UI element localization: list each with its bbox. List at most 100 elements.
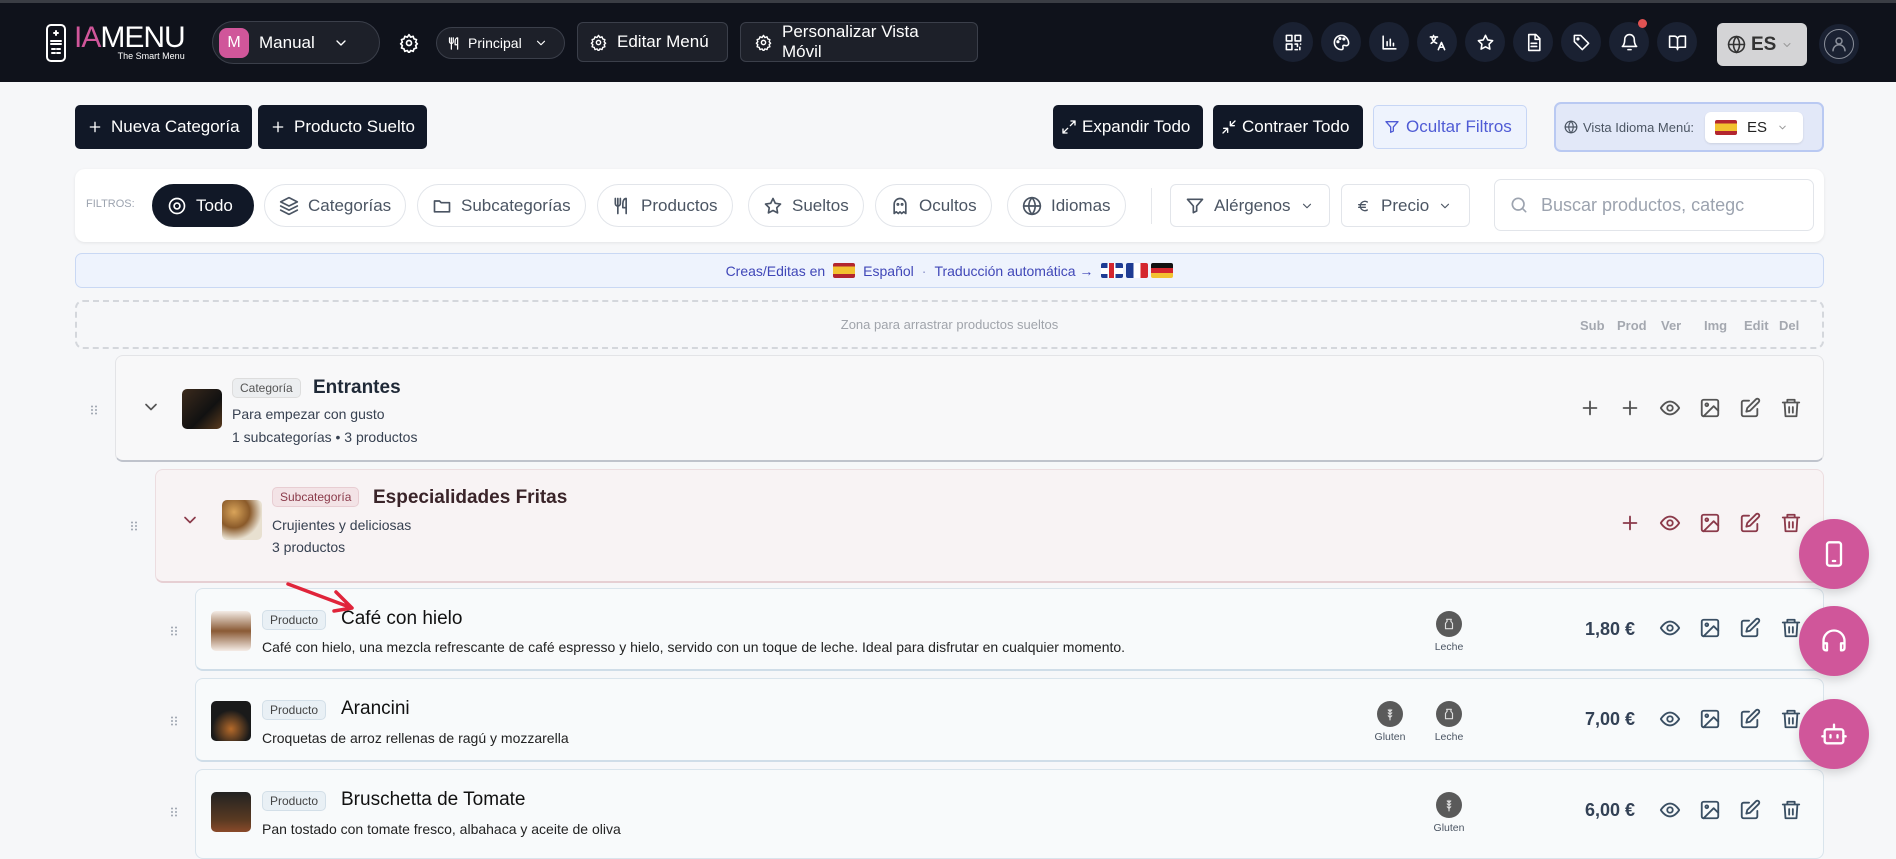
- edit-menu-button[interactable]: Editar Menú: [577, 22, 728, 62]
- expand-all-button[interactable]: Expandir Todo: [1053, 105, 1203, 149]
- subcategory-badge: Subcategoría: [272, 487, 360, 507]
- image-icon[interactable]: [1699, 397, 1721, 419]
- banner-separator: ·: [921, 262, 927, 279]
- customize-mobile-button[interactable]: Personalizar Vista Móvil: [740, 22, 978, 62]
- ghost-icon: [890, 196, 910, 216]
- filter-chip-productos[interactable]: Productos: [597, 184, 733, 227]
- subcategory-image: [222, 500, 262, 540]
- stats-button[interactable]: [1369, 22, 1409, 62]
- product-description: Café con hielo, una mezcla refrescante d…: [262, 639, 1126, 655]
- add-product-plus-icon[interactable]: [1619, 397, 1641, 419]
- drag-handle-icon[interactable]: [168, 803, 180, 821]
- milk-icon: [1442, 617, 1456, 631]
- product-card: Producto Arancini Croquetas de arroz rel…: [195, 678, 1824, 762]
- loose-product-button[interactable]: Producto Suelto: [258, 105, 427, 149]
- logo-menu: MENU: [100, 21, 185, 54]
- view-language-select[interactable]: ES: [1705, 111, 1804, 143]
- collapse-all-button[interactable]: Contraer Todo: [1213, 105, 1363, 149]
- qr-button[interactable]: [1273, 22, 1313, 62]
- search-placeholder: Buscar productos, categc: [1541, 194, 1745, 215]
- documents-button[interactable]: [1513, 22, 1553, 62]
- eye-icon[interactable]: [1659, 799, 1681, 821]
- hide-filters-button[interactable]: Ocultar Filtros: [1373, 105, 1527, 149]
- category-badge: Categoría: [232, 378, 301, 398]
- eye-icon[interactable]: [1659, 617, 1681, 639]
- edit-icon[interactable]: [1739, 799, 1761, 821]
- drag-handle-icon[interactable]: [168, 712, 180, 730]
- menu-selector[interactable]: M Manual: [212, 21, 380, 64]
- product-price: 1,80 €: [1584, 619, 1635, 639]
- utensils-icon: [447, 36, 462, 51]
- price-label: Precio: [1381, 195, 1430, 215]
- view-language-value: ES: [1747, 118, 1768, 136]
- chip-label: Sueltos: [792, 195, 849, 215]
- filter-divider: [1151, 188, 1152, 224]
- filter-chip-sueltos[interactable]: Sueltos: [748, 184, 864, 227]
- translate-button[interactable]: [1417, 22, 1457, 62]
- filter-chip-idiomas[interactable]: Idiomas: [1007, 184, 1126, 227]
- drag-handle-icon[interactable]: [88, 401, 100, 419]
- drag-handle-icon[interactable]: [168, 622, 180, 640]
- image-icon[interactable]: [1699, 799, 1721, 821]
- annotation-arrow: [286, 582, 354, 613]
- trash-icon[interactable]: [1780, 397, 1802, 419]
- language-select[interactable]: ES: [1717, 23, 1807, 66]
- filter-chip-categorias[interactable]: Categorías: [264, 184, 407, 227]
- chevron-down-icon[interactable]: [180, 510, 200, 530]
- plus-icon: [270, 119, 286, 135]
- logo[interactable]: IAMENU The Smart Menu: [44, 21, 186, 63]
- menu-type-select[interactable]: Principal: [436, 27, 565, 59]
- column-header-edit: Edit: [1744, 318, 1769, 333]
- guide-button[interactable]: [1657, 22, 1697, 62]
- product-image: [211, 701, 251, 741]
- expand-all-label: Expandir Todo: [1082, 117, 1191, 136]
- mobile-preview-fab[interactable]: [1799, 519, 1869, 589]
- layers-icon: [279, 196, 299, 216]
- edit-icon[interactable]: [1739, 708, 1761, 730]
- assistant-bot-fab[interactable]: [1799, 699, 1869, 769]
- image-icon[interactable]: [1699, 617, 1721, 639]
- chevron-down-icon: [1777, 122, 1788, 133]
- allergen-gluten: Gluten: [1419, 792, 1479, 834]
- chevron-down-icon[interactable]: [141, 397, 161, 417]
- edit-icon[interactable]: [1739, 617, 1761, 639]
- globe-icon: [1727, 35, 1746, 54]
- chevron-down-icon: [534, 36, 548, 50]
- eye-icon[interactable]: [1659, 397, 1681, 419]
- image-icon[interactable]: [1699, 512, 1721, 534]
- bell-icon: [1620, 33, 1639, 52]
- eye-icon[interactable]: [1659, 708, 1681, 730]
- trash-icon[interactable]: [1780, 799, 1802, 821]
- chip-label: Productos: [641, 195, 718, 215]
- palette-icon: [1332, 33, 1351, 52]
- edit-icon[interactable]: [1739, 512, 1761, 534]
- spain-flag-icon: [833, 263, 856, 278]
- new-category-button[interactable]: Nueva Categoría: [75, 105, 252, 149]
- file-text-icon: [1524, 33, 1543, 52]
- price-dropdown[interactable]: Precio: [1341, 184, 1470, 227]
- filter-chip-todo[interactable]: Todo: [152, 184, 254, 227]
- tags-button[interactable]: [1561, 22, 1601, 62]
- drag-handle-icon[interactable]: [128, 517, 140, 535]
- loose-products-dropzone[interactable]: Zona para arrastrar productos sueltos: [75, 300, 1824, 349]
- allergen-leche: Leche: [1419, 611, 1479, 653]
- filter-chip-subcategorias[interactable]: Subcategorías: [417, 184, 586, 227]
- logo-ia: IA: [74, 21, 101, 54]
- support-fab[interactable]: [1799, 606, 1869, 676]
- gear-icon[interactable]: [399, 33, 419, 53]
- subcategory-meta: 3 productos: [272, 539, 346, 555]
- eye-icon[interactable]: [1659, 512, 1681, 534]
- search-input[interactable]: Buscar productos, categc: [1494, 179, 1814, 231]
- image-icon[interactable]: [1699, 708, 1721, 730]
- theme-button[interactable]: [1321, 22, 1361, 62]
- add-subcategory-plus-icon[interactable]: [1579, 397, 1601, 419]
- user-avatar-button[interactable]: [1819, 24, 1859, 64]
- trash-icon[interactable]: [1780, 512, 1802, 534]
- product-description: Pan tostado con tomate fresco, albahaca …: [262, 821, 621, 837]
- filter-chip-ocultos[interactable]: Ocultos: [875, 184, 992, 227]
- edit-icon[interactable]: [1739, 397, 1761, 419]
- add-product-plus-icon[interactable]: [1619, 512, 1641, 534]
- favorites-button[interactable]: [1465, 22, 1505, 62]
- notifications-button[interactable]: [1609, 19, 1649, 62]
- allergens-dropdown[interactable]: Alérgenos: [1170, 184, 1330, 227]
